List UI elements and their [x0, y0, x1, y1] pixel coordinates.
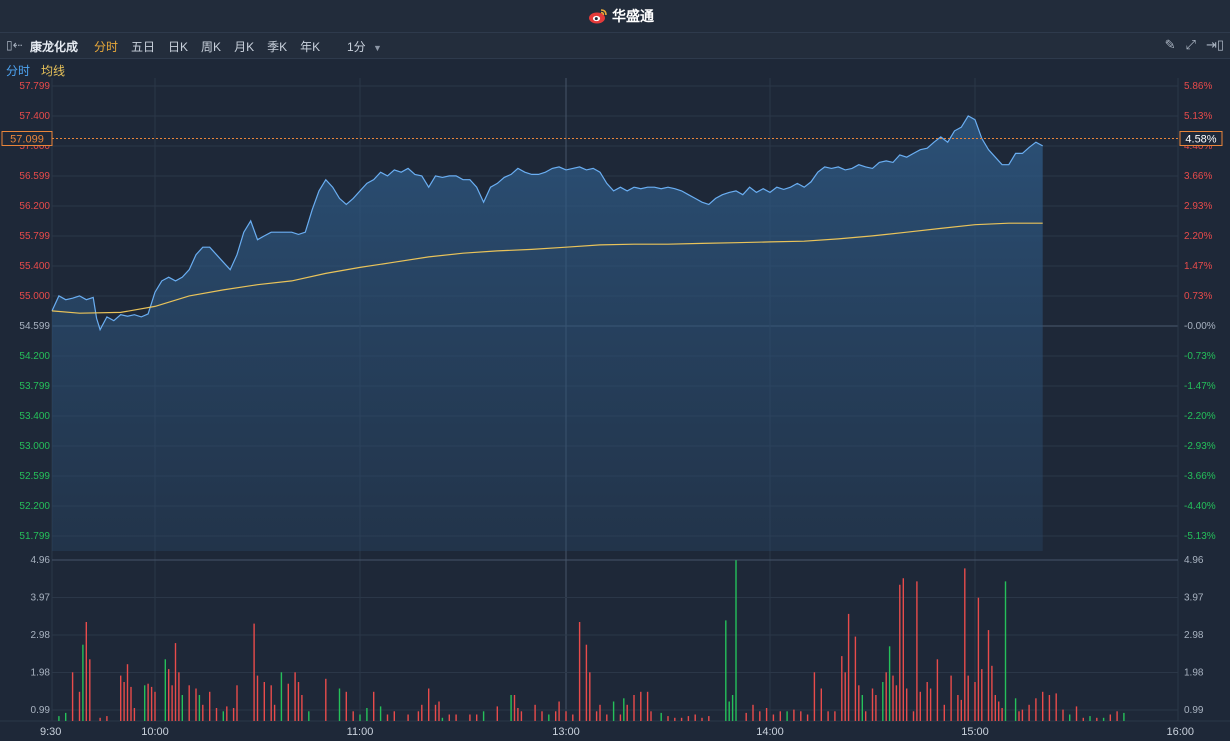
volume-tick-label: 2.98	[31, 630, 51, 641]
brand-name: 华盛通	[612, 6, 654, 26]
price-tick-label: 53.000	[19, 441, 50, 452]
price-tick-label: 55.799	[19, 231, 50, 242]
intraday-chart[interactable]: 57.79957.40057.00056.59956.20055.79955.4…	[0, 78, 1230, 741]
volume-tick-label: 0.99	[31, 705, 51, 716]
price-area-fill	[52, 116, 1043, 551]
price-tick-label: 55.400	[19, 261, 50, 272]
current-price-label: 57.099	[10, 134, 44, 146]
period-tabs: 分时 五日 日K 周K 月K 季K 年K	[94, 38, 333, 55]
tab-yearly-k[interactable]: 年K	[300, 38, 320, 55]
tab-five-day[interactable]: 五日	[131, 38, 155, 55]
pct-tick-label: 2.93%	[1184, 201, 1212, 212]
price-tick-label: 52.200	[19, 501, 50, 512]
pct-tick-label: 5.86%	[1184, 81, 1212, 92]
price-tick-label: 56.599	[19, 171, 50, 182]
volume-tick-label: 3.97	[31, 593, 51, 604]
price-tick-label: 54.599	[19, 321, 50, 332]
panel-collapse-icon[interactable]: ▯⇠	[6, 38, 23, 52]
volume-tick-label-right: 0.99	[1184, 705, 1204, 716]
pct-tick-label: -4.40%	[1184, 501, 1216, 512]
time-tick-label: 9:30	[40, 726, 61, 738]
pct-tick-label: 3.66%	[1184, 171, 1212, 182]
pct-tick-label: 0.73%	[1184, 291, 1212, 302]
pct-tick-label: -0.00%	[1184, 321, 1216, 332]
legend-average: 均线	[41, 62, 65, 79]
weibo-eye-logo-icon	[588, 8, 608, 24]
time-tick-label: 11:00	[347, 726, 374, 738]
chevron-down-icon: ▼	[373, 43, 382, 53]
tab-weekly-k[interactable]: 周K	[201, 38, 221, 55]
price-tick-label: 56.200	[19, 201, 50, 212]
chart-toolbar: ▯⇠ 康龙化成 分时 五日 日K 周K 月K 季K 年K 1分 ▼ ✎ ⤢ ⇥▯	[0, 33, 1230, 59]
price-tick-label: 52.599	[19, 471, 50, 482]
pct-tick-label: 1.47%	[1184, 261, 1212, 272]
volume-tick-label-right: 4.96	[1184, 555, 1204, 566]
pct-tick-label: -0.73%	[1184, 351, 1216, 362]
price-tick-label: 53.400	[19, 411, 50, 422]
tab-intraday[interactable]: 分时	[94, 38, 118, 55]
pct-tick-label: 2.20%	[1184, 231, 1212, 242]
legend-price: 分时	[6, 62, 30, 79]
tab-monthly-k[interactable]: 月K	[234, 38, 254, 55]
volume-tick-label-right: 2.98	[1184, 630, 1204, 641]
volume-tick-label-right: 3.97	[1184, 593, 1204, 604]
pct-tick-label: -2.93%	[1184, 441, 1216, 452]
pct-tick-label: 5.13%	[1184, 111, 1212, 122]
period-select[interactable]: 1分 ▼	[347, 38, 382, 55]
volume-tick-label-right: 1.98	[1184, 668, 1204, 679]
pencil-icon[interactable]: ✎	[1165, 37, 1176, 53]
price-tick-label: 53.799	[19, 381, 50, 392]
toolbar-actions: ✎ ⤢ ⇥▯	[1165, 37, 1224, 53]
time-tick-label: 14:00	[756, 726, 784, 738]
stock-name: 康龙化成	[30, 38, 78, 55]
panel-expand-icon[interactable]: ⇥▯	[1206, 37, 1224, 53]
price-tick-label: 51.799	[19, 531, 50, 542]
price-tick-label: 57.400	[19, 111, 50, 122]
chart-legend: 分时 均线	[0, 59, 1230, 78]
current-change-label: 4.58%	[1185, 134, 1216, 146]
fullscreen-icon[interactable]: ⤢	[1186, 37, 1196, 53]
pct-tick-label: -1.47%	[1184, 381, 1216, 392]
price-tick-label: 55.000	[19, 291, 50, 302]
volume-tick-label: 1.98	[31, 668, 51, 679]
pct-tick-label: -5.13%	[1184, 531, 1216, 542]
time-tick-label: 13:00	[552, 726, 580, 738]
price-tick-label: 54.200	[19, 351, 50, 362]
time-tick-label: 10:00	[141, 726, 169, 738]
price-tick-label: 57.799	[19, 81, 50, 92]
pct-tick-label: -2.20%	[1184, 411, 1216, 422]
tab-quarterly-k[interactable]: 季K	[267, 38, 287, 55]
volume-tick-label: 4.96	[31, 555, 51, 566]
period-select-value: 1分	[347, 40, 366, 54]
time-tick-label: 15:00	[961, 726, 989, 738]
brand: 华盛通	[588, 7, 654, 25]
tab-daily-k[interactable]: 日K	[168, 38, 188, 55]
brand-bar: 华盛通	[0, 0, 1230, 33]
pct-tick-label: -3.66%	[1184, 471, 1216, 482]
volume-bars	[59, 560, 1124, 721]
price-area	[52, 116, 1043, 551]
time-tick-label: 16:00	[1166, 726, 1194, 738]
